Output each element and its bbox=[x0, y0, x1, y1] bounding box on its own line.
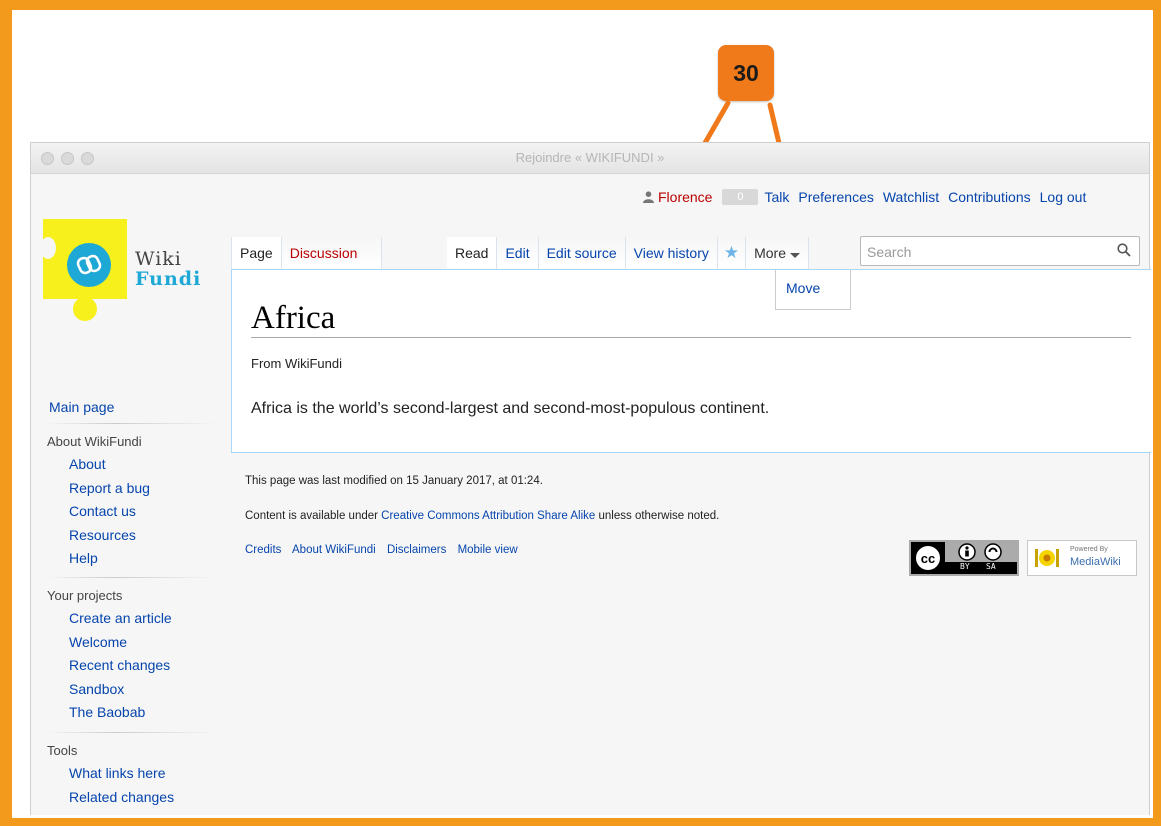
search-icon[interactable] bbox=[1117, 243, 1131, 257]
sidebar-item-contact-us[interactable]: Contact us bbox=[69, 500, 217, 524]
footer-last-modified: This page was last modified on 15 Januar… bbox=[245, 475, 543, 487]
site-logo[interactable]: Wiki Fundi bbox=[40, 219, 203, 329]
sidebar-item-the-baobab[interactable]: The Baobab bbox=[69, 701, 217, 725]
browser-window: Rejoindre « WIKIFUNDI » Florence 0 Talk … bbox=[30, 142, 1151, 815]
footer-places: Credits About WikiFundi Disclaimers Mobi… bbox=[245, 544, 526, 556]
username-label: Florence bbox=[658, 189, 713, 205]
portal-heading: About WikiFundi bbox=[47, 423, 217, 449]
tab-page[interactable]: Page bbox=[231, 237, 282, 269]
sidebar-item-related-changes[interactable]: Related changes bbox=[69, 786, 217, 810]
log-out-link[interactable]: Log out bbox=[1040, 189, 1087, 205]
tab-view-history[interactable]: View history bbox=[625, 237, 718, 269]
page-title: Africa bbox=[251, 300, 336, 336]
powered-by-mediawiki-badge[interactable]: Powered By MediaWiki bbox=[1027, 540, 1137, 576]
notification-count: 0 bbox=[737, 191, 744, 203]
search-input[interactable] bbox=[865, 240, 1109, 264]
footer-link-disclaimers[interactable]: Disclaimers bbox=[387, 544, 446, 556]
article-paragraph: Africa is the world’s second-largest and… bbox=[251, 400, 770, 417]
footer-link-mobile-view[interactable]: Mobile view bbox=[458, 544, 518, 556]
portal-about: About WikiFundi About Report a bug Conta… bbox=[47, 423, 217, 571]
tab-edit-source[interactable]: Edit source bbox=[538, 237, 626, 269]
svg-text:cc: cc bbox=[921, 551, 935, 566]
window-title: Rejoindre « WIKIFUNDI » bbox=[515, 150, 665, 165]
user-link[interactable]: Florence bbox=[643, 189, 712, 205]
sidebar-item-help[interactable]: Help bbox=[69, 547, 217, 571]
more-dropdown: Move bbox=[775, 270, 851, 310]
personal-tools: Florence 0 Talk Preferences Watchlist Co… bbox=[643, 187, 1086, 207]
tab-discussion[interactable]: Discussion bbox=[281, 237, 382, 269]
article-content: Africa From WikiFundi Africa is the worl… bbox=[231, 269, 1151, 453]
sidebar-item-what-links-here[interactable]: What links here bbox=[69, 762, 217, 786]
title-divider bbox=[251, 337, 1131, 338]
notifications-badge[interactable]: 0 bbox=[722, 189, 759, 205]
sidebar-item-about[interactable]: About bbox=[69, 453, 217, 477]
preferences-link[interactable]: Preferences bbox=[798, 189, 873, 205]
mediawiki-flower-icon bbox=[1035, 549, 1059, 567]
user-icon bbox=[643, 191, 654, 203]
more-label: More bbox=[754, 245, 787, 261]
logo-word-fundi: Fundi bbox=[135, 268, 202, 290]
watch-star-icon[interactable]: ★ bbox=[717, 237, 747, 269]
search-box bbox=[860, 236, 1140, 266]
sidebar-item-report-a-bug[interactable]: Report a bug bbox=[69, 477, 217, 501]
view-tabs: Read Edit Edit source View history ★ Mor… bbox=[447, 237, 810, 269]
license-prefix: Content is available under bbox=[245, 510, 382, 522]
cc-by-sa-badge[interactable]: cc BY SA bbox=[909, 540, 1019, 576]
menu-item-move[interactable]: Move bbox=[786, 280, 820, 296]
footer-license: Content is available under Creative Comm… bbox=[245, 510, 719, 522]
portal-heading: Your projects bbox=[47, 577, 217, 603]
contributions-link[interactable]: Contributions bbox=[948, 189, 1031, 205]
portal-your-projects: Your projects Create an article Welcome … bbox=[47, 577, 217, 725]
talk-link[interactable]: Talk bbox=[764, 189, 789, 205]
tab-edit[interactable]: Edit bbox=[497, 237, 539, 269]
more-menu-button[interactable]: More bbox=[746, 237, 810, 269]
footer-link-credits[interactable]: Credits bbox=[245, 544, 281, 556]
cc-by-label: BY bbox=[960, 562, 970, 571]
footer-link-about[interactable]: About WikiFundi bbox=[292, 544, 376, 556]
license-link[interactable]: Creative Commons Attribution Share Alike bbox=[381, 510, 595, 522]
mw-name-label: MediaWiki bbox=[1070, 556, 1121, 568]
window-titlebar: Rejoindre « WIKIFUNDI » bbox=[31, 143, 1149, 174]
mw-powered-label: Powered By bbox=[1070, 546, 1108, 553]
sidebar-item-welcome[interactable]: Welcome bbox=[69, 631, 217, 655]
sidebar-item-main-page[interactable]: Main page bbox=[49, 399, 114, 415]
chevron-down-icon bbox=[790, 252, 801, 258]
portal-tools: Tools What links here Related changes bbox=[47, 732, 217, 809]
logo-emblem-icon bbox=[67, 243, 111, 287]
site-tagline: From WikiFundi bbox=[251, 356, 343, 371]
sidebar-item-resources[interactable]: Resources bbox=[69, 524, 217, 548]
portal-heading: Tools bbox=[47, 732, 217, 758]
namespace-tabs: Page Discussion bbox=[231, 237, 382, 269]
cc-sa-label: SA bbox=[986, 562, 996, 571]
tab-read[interactable]: Read bbox=[447, 237, 498, 269]
watchlist-link[interactable]: Watchlist bbox=[883, 189, 939, 205]
sidebar-item-create-an-article[interactable]: Create an article bbox=[69, 607, 217, 631]
sidebar-item-sandbox[interactable]: Sandbox bbox=[69, 678, 217, 702]
sidebar-item-recent-changes[interactable]: Recent changes bbox=[69, 654, 217, 678]
license-suffix: unless otherwise noted. bbox=[595, 510, 720, 522]
logo-word-wiki: Wiki bbox=[135, 248, 182, 270]
